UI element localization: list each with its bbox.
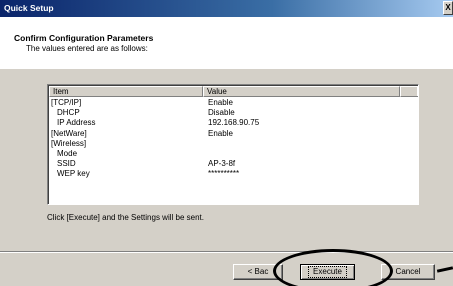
- header-divider: [0, 68, 453, 69]
- list-row[interactable]: [Wireless]: [49, 139, 417, 149]
- row-value: 192.168.90.75: [208, 118, 260, 128]
- list-row[interactable]: SSID AP-3-8f: [49, 159, 417, 169]
- title-bar: Quick Setup X: [0, 0, 453, 17]
- row-value: Disable: [208, 108, 235, 118]
- list-row[interactable]: Mode: [49, 149, 417, 159]
- annotation-pointer-line: [436, 266, 453, 273]
- list-row[interactable]: [TCP/IP] Enable: [49, 98, 417, 108]
- list-row[interactable]: WEP key **********: [49, 169, 417, 179]
- row-value: Enable: [208, 128, 233, 138]
- window-title: Quick Setup: [4, 3, 54, 13]
- row-value: **********: [208, 169, 240, 179]
- list-row[interactable]: DHCP Disable: [49, 108, 417, 118]
- row-item: Mode: [57, 148, 78, 158]
- column-header-item[interactable]: Item: [49, 86, 203, 97]
- back-button[interactable]: < Bac: [233, 264, 283, 280]
- row-item: [Wireless]: [51, 138, 87, 148]
- execute-label: Execute: [308, 266, 347, 278]
- row-item: [NetWare]: [51, 128, 87, 138]
- list-header: Item Value: [49, 86, 418, 97]
- row-value: AP-3-8f: [208, 159, 236, 169]
- cancel-button[interactable]: Cancel: [381, 264, 435, 280]
- list-rows: [TCP/IP] Enable DHCP Disable IP Address …: [49, 98, 417, 180]
- row-item: IP Address: [57, 118, 96, 128]
- column-header-filler: [400, 86, 418, 97]
- close-icon: X: [445, 3, 451, 12]
- row-value: Enable: [208, 98, 233, 107]
- page-subtitle: The values entered are as follows:: [26, 44, 148, 53]
- page-title: Confirm Configuration Parameters: [14, 33, 154, 43]
- row-item: WEP key: [57, 169, 90, 179]
- settings-list[interactable]: Item Value [TCP/IP] Enable DHCP Disable …: [47, 84, 419, 205]
- footer-divider-highlight: [0, 252, 453, 253]
- row-item: DHCP: [57, 108, 80, 118]
- list-row[interactable]: IP Address 192.168.90.75: [49, 118, 417, 128]
- instruction-text: Click [Execute] and the Settings will be…: [47, 213, 204, 222]
- list-row[interactable]: [NetWare] Enable: [49, 129, 417, 139]
- close-button[interactable]: X: [443, 1, 453, 15]
- header-panel: Confirm Configuration Parameters The val…: [0, 17, 453, 69]
- column-header-value[interactable]: Value: [203, 86, 400, 97]
- execute-button[interactable]: Execute: [300, 264, 355, 280]
- row-item: SSID: [57, 159, 76, 169]
- row-item: [TCP/IP]: [51, 98, 82, 107]
